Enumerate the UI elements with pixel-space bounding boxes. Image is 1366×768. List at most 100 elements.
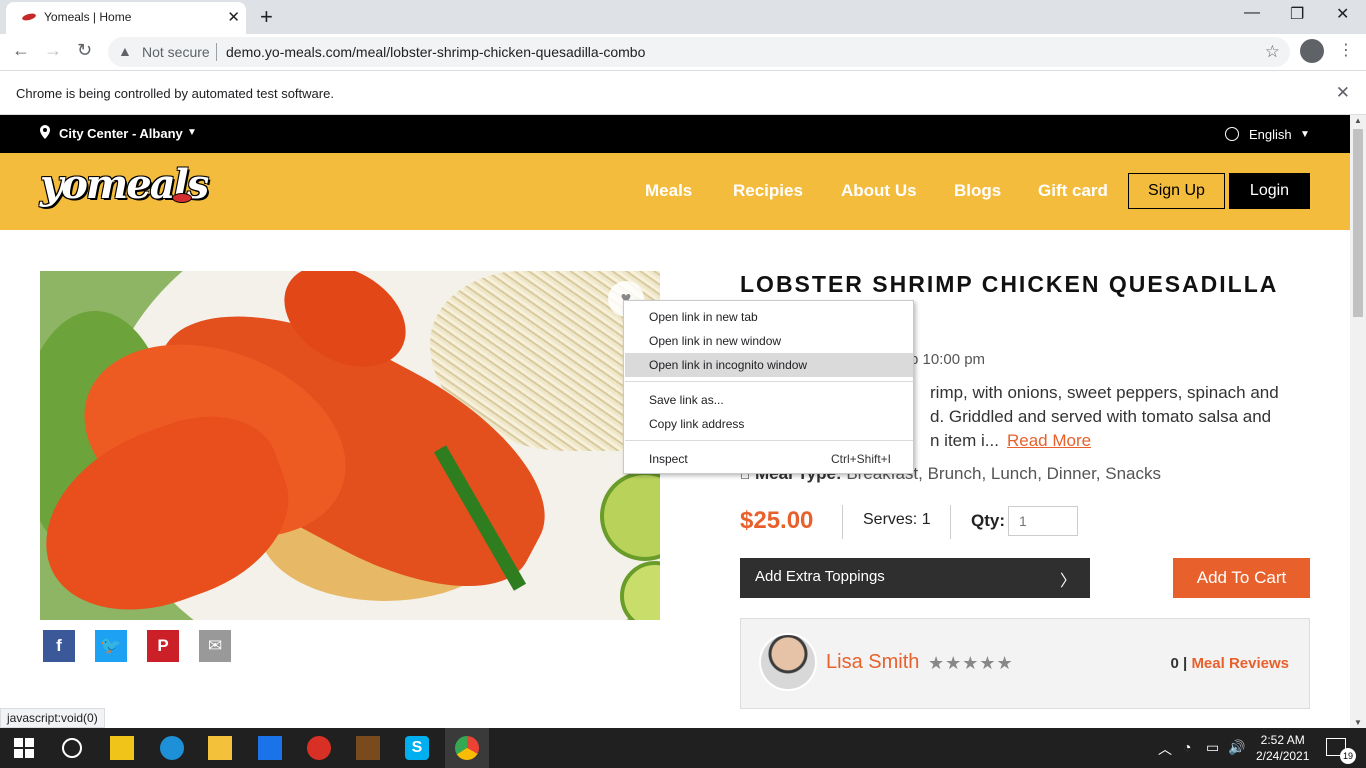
file-explorer-icon[interactable] xyxy=(208,736,232,760)
add-to-cart-button[interactable]: Add To Cart xyxy=(1173,558,1310,598)
menu-separator xyxy=(625,381,913,382)
scroll-down-icon[interactable]: ▼ xyxy=(1354,718,1362,727)
menu-item-shortcut: Ctrl+Shift+I xyxy=(830,452,891,466)
avatar[interactable] xyxy=(759,633,817,691)
reload-icon[interactable]: ↻ xyxy=(77,40,92,61)
signup-button[interactable]: Sign Up xyxy=(1128,173,1225,209)
infobar-close-icon[interactable]: ✕ xyxy=(1336,83,1350,103)
site-header: yomeals Meals Recipies About Us Blogs Gi… xyxy=(0,153,1350,230)
windows-start-icon[interactable] xyxy=(14,738,34,758)
nav-meals[interactable]: Meals xyxy=(645,181,692,201)
menu-item-label: Inspect xyxy=(649,452,688,466)
page-scrollbar[interactable]: ▲ ▼ xyxy=(1350,115,1366,728)
serves-count: Serves: 1 xyxy=(863,511,931,528)
restore-icon[interactable]: ❐ xyxy=(1290,4,1304,24)
chevron-down-icon[interactable]: ▼ xyxy=(187,127,197,138)
chrome-menu-icon[interactable]: ⋮ xyxy=(1338,40,1354,60)
clock-time: 2:52 AM xyxy=(1260,733,1305,747)
menu-item-inspect[interactable]: Inspect Ctrl+Shift+I xyxy=(625,447,913,471)
desc-line-3: n item i... Read More xyxy=(930,429,1290,453)
notification-badge: 19 xyxy=(1340,748,1356,764)
tray-chevron-icon[interactable]: ︿ xyxy=(1158,739,1172,759)
scrollbar-thumb[interactable] xyxy=(1353,129,1363,317)
facebook-share-icon[interactable]: f xyxy=(43,630,75,662)
browser-toolbar: ← → ↻ ▲ Not secure demo.yo-meals.com/mea… xyxy=(0,34,1366,70)
menu-item-copy-link[interactable]: Copy link address xyxy=(625,412,913,436)
nav-gift-card[interactable]: Gift card xyxy=(1038,181,1108,201)
language-selector[interactable]: English xyxy=(1249,127,1292,142)
meal-reviews-link[interactable]: Meal Reviews xyxy=(1191,655,1289,672)
scroll-up-icon[interactable]: ▲ xyxy=(1354,116,1362,125)
chevron-right-icon: 〉 xyxy=(1059,573,1076,590)
product-price: $25.00 xyxy=(740,507,814,534)
read-more-link[interactable]: Read More xyxy=(1007,431,1091,450)
menu-item-label: Copy link address xyxy=(649,417,745,431)
chrome-icon[interactable] xyxy=(455,736,479,760)
menu-item-open-incognito[interactable]: Open link in incognito window xyxy=(625,353,913,377)
back-icon[interactable]: ← xyxy=(12,40,30,61)
top-bar: City Center - Albany ▼ English ▼ xyxy=(0,115,1350,153)
chrome-profile-icon[interactable] xyxy=(307,736,331,760)
app-icon[interactable] xyxy=(356,736,380,760)
nav-blogs[interactable]: Blogs xyxy=(954,181,1001,201)
address-bar[interactable]: ▲ Not secure demo.yo-meals.com/meal/lobs… xyxy=(108,37,1290,67)
edge-icon[interactable] xyxy=(160,736,184,760)
quantity-input[interactable] xyxy=(1008,506,1078,536)
new-tab-icon[interactable]: + xyxy=(260,4,273,30)
menu-item-save-link[interactable]: Save link as... xyxy=(625,388,913,412)
review-summary: 0 | Meal Reviews xyxy=(1170,655,1289,672)
chef-name[interactable]: Lisa Smith xyxy=(826,651,919,674)
skype-icon[interactable]: S xyxy=(405,736,429,760)
volume-icon[interactable]: 🔊 xyxy=(1228,739,1245,756)
profile-icon[interactable] xyxy=(1300,39,1324,63)
globe-icon xyxy=(1225,127,1239,141)
window-close-icon[interactable]: ✕ xyxy=(1336,4,1349,24)
add-extra-toppings-button[interactable]: Add Extra Toppings 〉 xyxy=(740,558,1090,598)
tab-close-icon[interactable]: ✕ xyxy=(227,8,240,26)
nav-recipies[interactable]: Recipies xyxy=(733,181,803,201)
menu-item-label: Save link as... xyxy=(649,393,724,407)
divider xyxy=(842,505,843,539)
minimize-icon[interactable]: — xyxy=(1244,4,1260,22)
bookmark-star-icon[interactable]: ☆ xyxy=(1265,42,1280,62)
chevron-down-icon[interactable]: ▼ xyxy=(1300,129,1310,140)
network-icon[interactable]: ◔ xyxy=(1183,739,1191,755)
nav-about-us[interactable]: About Us xyxy=(841,181,917,201)
location-pin-icon xyxy=(40,125,50,139)
email-share-icon[interactable]: ✉ xyxy=(199,630,231,662)
menu-item-open-new-window[interactable]: Open link in new window xyxy=(625,329,913,353)
twitter-share-icon[interactable]: 🐦 xyxy=(95,630,127,662)
menu-item-open-new-tab[interactable]: Open link in new tab xyxy=(625,305,913,329)
divider xyxy=(216,43,217,61)
menu-item-label: Open link in new tab xyxy=(649,310,758,324)
forward-icon[interactable]: → xyxy=(44,40,62,61)
automation-notice: Chrome is being controlled by automated … xyxy=(16,86,334,101)
desc-line: d. Griddled and served with tomato salsa… xyxy=(930,407,1272,426)
warning-icon[interactable]: ▲ xyxy=(118,43,132,59)
url-text[interactable]: demo.yo-meals.com/meal/lobster-shrimp-ch… xyxy=(226,44,645,60)
security-label[interactable]: Not secure xyxy=(142,44,210,60)
battery-icon[interactable]: ▭ xyxy=(1206,739,1219,756)
menu-item-label: Open link in incognito window xyxy=(649,358,808,372)
product-image xyxy=(40,271,660,620)
divider xyxy=(950,505,951,539)
mail-icon[interactable] xyxy=(258,736,282,760)
login-button[interactable]: Login xyxy=(1229,173,1310,209)
pinterest-share-icon[interactable]: P xyxy=(147,630,179,662)
availability-hours: p 10:00 pm xyxy=(910,351,986,368)
tab-title: Yomeals | Home xyxy=(44,10,132,24)
automation-infobar: Chrome is being controlled by automated … xyxy=(0,70,1366,115)
clock[interactable]: 2:52 AM 2/24/2021 xyxy=(1256,732,1309,764)
cortana-search-icon[interactable] xyxy=(62,738,82,758)
favicon-icon xyxy=(21,12,37,22)
qty-label: Qty: xyxy=(971,511,1005,530)
location-selector[interactable]: City Center - Albany xyxy=(59,126,183,141)
store-icon[interactable] xyxy=(110,736,134,760)
chef-card: Lisa Smith ★★★★★ 0 | Meal Reviews xyxy=(740,618,1310,709)
rating-stars: ★★★★★ xyxy=(928,653,1014,673)
menu-separator xyxy=(625,440,913,441)
browser-tab[interactable]: Yomeals | Home ✕ xyxy=(6,2,246,34)
context-menu: Open link in new tab Open link in new wi… xyxy=(623,300,914,474)
toppings-label: Add Extra Toppings xyxy=(755,568,885,585)
desc-line: rimp, with onions, sweet peppers, spinac… xyxy=(930,383,1279,402)
